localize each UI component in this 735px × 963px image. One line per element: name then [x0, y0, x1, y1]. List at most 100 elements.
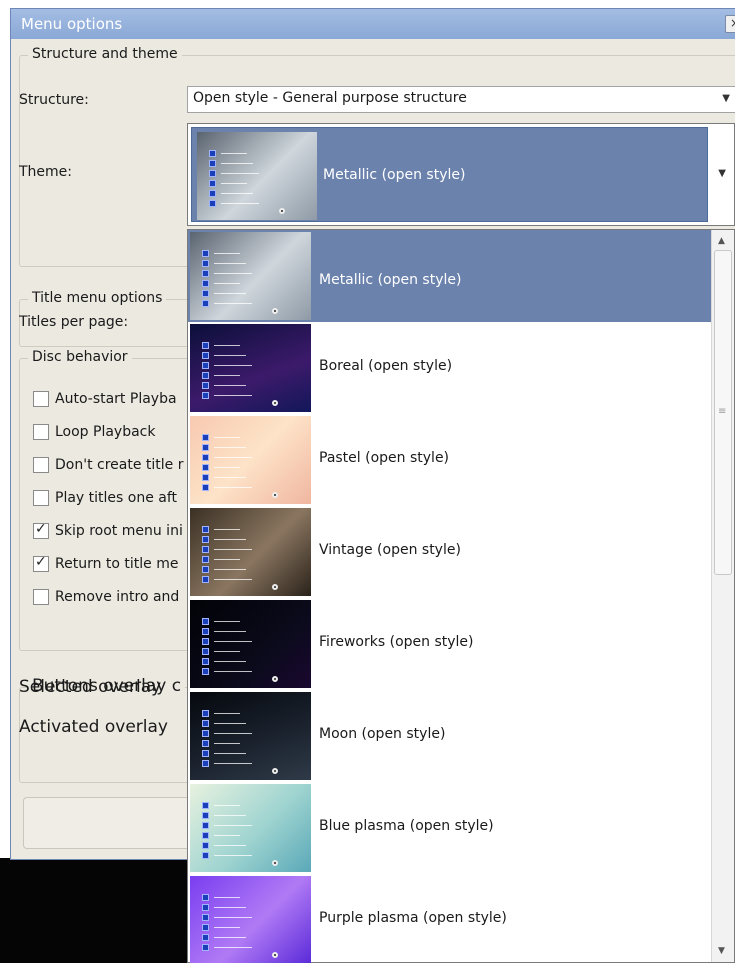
nav-dot-icon [279, 208, 285, 214]
theme-list-item[interactable]: Vintage (open style) [188, 506, 711, 598]
menu-button-icon [202, 434, 209, 441]
checkbox[interactable] [33, 521, 49, 539]
menu-button-icon [202, 280, 209, 287]
menu-button-icon [202, 710, 209, 717]
menu-button-icon [202, 628, 209, 635]
menu-text-line [214, 385, 246, 386]
disc-option-row[interactable]: Auto-start Playba [33, 388, 177, 410]
structure-select[interactable]: Open style - General purpose structure ▼ [187, 86, 735, 113]
menu-text-line [214, 487, 252, 488]
structure-label: Structure: [19, 92, 89, 108]
menu-button-icon [202, 484, 209, 491]
checkbox[interactable] [33, 554, 49, 572]
menu-text-line [214, 549, 252, 550]
theme-item-label: Fireworks (open style) [319, 634, 474, 650]
scroll-down-icon[interactable]: ▼ [718, 946, 725, 956]
theme-list-item[interactable]: Boreal (open style) [188, 322, 711, 414]
theme-items: Metallic (open style) Boreal (open style)… [188, 230, 711, 963]
disc-option-row[interactable]: Return to title me [33, 553, 178, 575]
menu-button-icon [202, 526, 209, 533]
structure-select-value: Open style - General purpose structure [193, 90, 467, 106]
menu-button-icon [202, 464, 209, 471]
theme-list-item[interactable]: Blue plasma (open style) [188, 782, 711, 874]
activated-overlay-label: Activated overlay [19, 717, 168, 737]
menu-button-icon [202, 914, 209, 921]
menu-text-line [214, 477, 246, 478]
theme-item-label: Pastel (open style) [319, 450, 450, 466]
menu-button-icon [202, 638, 209, 645]
menu-text-line [221, 173, 259, 174]
checkbox[interactable] [33, 589, 49, 605]
disc-option-row[interactable]: Don't create title r [33, 454, 183, 476]
checkbox[interactable] [33, 490, 49, 506]
menu-button-icon [202, 944, 209, 951]
menu-text-line [214, 937, 246, 938]
menu-button-icon [202, 270, 209, 277]
menu-text-line [214, 805, 240, 806]
menu-button-icon [202, 342, 209, 349]
disc-option-row[interactable]: Remove intro and [33, 586, 179, 608]
nav-dot-icon [272, 860, 278, 866]
disc-option-row[interactable]: Loop Playback [33, 421, 156, 443]
menu-button-icon [202, 668, 209, 675]
menu-button-icon [202, 934, 209, 941]
checkbox-label: Loop Playback [55, 424, 156, 440]
menu-button-icon [202, 566, 209, 573]
disc-option-row[interactable]: Skip root menu ini [33, 520, 183, 542]
close-button[interactable]: × [725, 15, 735, 33]
theme-list-item[interactable]: Pastel (open style) [188, 414, 711, 506]
menu-text-line [214, 641, 252, 642]
menu-text-line [214, 303, 252, 304]
chevron-down-icon: ▼ [722, 93, 730, 104]
nav-dot-icon [272, 584, 278, 590]
menu-text-line [214, 467, 240, 468]
disc-option-row[interactable]: Play titles one aft [33, 487, 177, 509]
menu-text-line [214, 671, 252, 672]
theme-select[interactable]: Metallic (open style) ▼ [187, 123, 735, 226]
theme-list-item[interactable]: Fireworks (open style) [188, 598, 711, 690]
theme-dropdown-list[interactable]: Metallic (open style) Boreal (open style)… [187, 229, 735, 963]
nav-dot-icon [272, 400, 278, 406]
nav-dot-icon [272, 492, 278, 498]
theme-item-label: Blue plasma (open style) [319, 818, 494, 834]
checkbox-label: Skip root menu ini [55, 523, 183, 539]
checkbox[interactable] [33, 457, 49, 473]
menu-button-icon [202, 760, 209, 767]
menu-text-line [214, 457, 252, 458]
theme-list-item[interactable]: Moon (open style) [188, 690, 711, 782]
checkbox[interactable] [33, 391, 49, 407]
dialog-button-area[interactable] [23, 797, 198, 849]
dropdown-scrollbar[interactable]: ▲ ≡ ▼ [711, 230, 734, 962]
menu-button-icon [202, 556, 209, 563]
theme-list-item[interactable]: Purple plasma (open style) [188, 874, 711, 963]
theme-item-label: Moon (open style) [319, 726, 446, 742]
menu-text-line [214, 763, 252, 764]
menu-button-icon [202, 812, 209, 819]
menu-button-icon [202, 618, 209, 625]
nav-dot-icon [272, 952, 278, 958]
menu-text-line [214, 355, 246, 356]
menu-button-icon [202, 822, 209, 829]
scroll-up-icon[interactable]: ▲ [718, 236, 725, 246]
scrollbar-thumb[interactable]: ≡ [714, 250, 732, 575]
checkbox-label: Auto-start Playba [55, 391, 177, 407]
menu-text-line [214, 661, 246, 662]
menu-text-line [214, 579, 252, 580]
menu-text-line [214, 897, 240, 898]
theme-label: Theme: [19, 164, 73, 180]
menu-button-icon [209, 180, 216, 187]
theme-thumbnail [190, 416, 311, 504]
theme-thumbnail [190, 508, 311, 596]
menu-button-icon [202, 546, 209, 553]
menu-button-icon [202, 904, 209, 911]
background-area [0, 858, 190, 963]
menu-button-icon [209, 150, 216, 157]
menu-text-line [214, 733, 252, 734]
menu-text-line [214, 273, 252, 274]
checkbox[interactable] [33, 424, 49, 440]
theme-list-item[interactable]: Metallic (open style) [188, 230, 711, 322]
menu-button-icon [209, 160, 216, 167]
chevron-down-icon: ▼ [718, 168, 726, 179]
menu-button-icon [202, 648, 209, 655]
group-title-disc: Disc behavior [28, 349, 132, 365]
